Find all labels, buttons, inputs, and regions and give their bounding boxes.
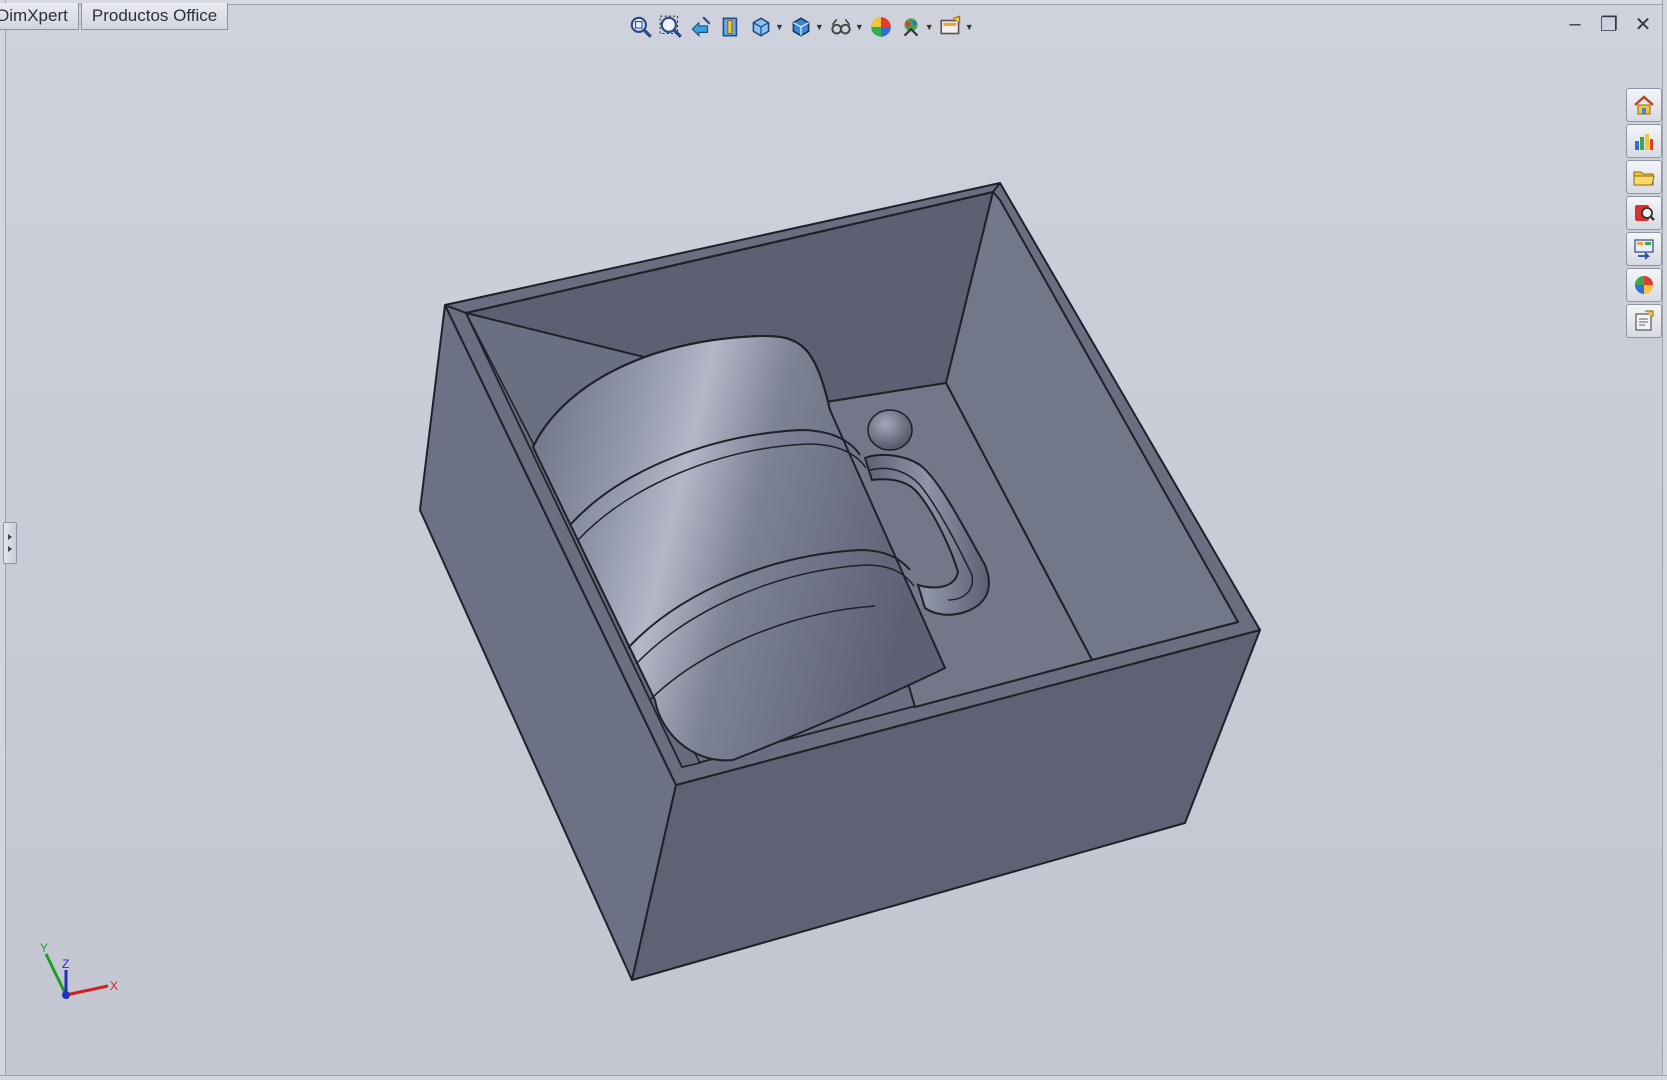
zoom-to-fit-icon bbox=[630, 16, 652, 38]
task-pane-appearances[interactable] bbox=[1626, 268, 1662, 302]
view-orientation-icon bbox=[752, 17, 770, 37]
task-pane-tabs bbox=[1626, 88, 1664, 338]
hide-show-items-icon bbox=[831, 18, 851, 35]
x-axis bbox=[65, 984, 109, 997]
chevron-down-icon: ▼ bbox=[964, 22, 974, 32]
view-settings-icon bbox=[940, 15, 960, 35]
edit-appearance-button[interactable] bbox=[868, 12, 894, 42]
hide-show-items-button[interactable]: ▼ bbox=[828, 12, 864, 42]
design-library-icon bbox=[1635, 134, 1653, 150]
arrow-right-icon bbox=[8, 534, 12, 540]
home-icon bbox=[1634, 95, 1654, 115]
task-pane-design-library[interactable] bbox=[1626, 124, 1662, 158]
view-palette-icon bbox=[1634, 239, 1654, 260]
task-pane-search[interactable] bbox=[1626, 196, 1662, 230]
chevron-down-icon: ▼ bbox=[814, 22, 824, 32]
chevron-down-icon: ▼ bbox=[775, 22, 784, 32]
heads-up-view-toolbar: ▼ ▼ ▼ ▼ ▼ bbox=[628, 10, 974, 44]
previous-view-icon bbox=[691, 16, 711, 37]
task-pane-view-palette[interactable] bbox=[1626, 232, 1662, 266]
triad-origin bbox=[62, 991, 70, 999]
solidworks-graphics-area[interactable]: DimXpert Productos Office ▼ ▼ ▼ ▼ ▼ – ❐ … bbox=[0, 0, 1667, 1080]
close-button[interactable]: ✕ bbox=[1633, 14, 1653, 36]
chevron-down-icon: ▼ bbox=[854, 22, 864, 32]
apply-scene-icon bbox=[903, 18, 919, 37]
command-manager-tabs: DimXpert Productos Office bbox=[0, 3, 230, 31]
view-settings-button[interactable]: ▼ bbox=[938, 12, 974, 42]
display-style-icon bbox=[792, 17, 810, 37]
y-axis-label: Y bbox=[40, 941, 48, 955]
tab-dimxpert[interactable]: DimXpert bbox=[0, 3, 79, 30]
window-controls: – ❐ ✕ bbox=[1565, 13, 1653, 36]
restore-button[interactable]: ❐ bbox=[1599, 14, 1619, 36]
display-style-button[interactable]: ▼ bbox=[788, 12, 824, 42]
chevron-down-icon: ▼ bbox=[924, 22, 934, 32]
section-view-icon bbox=[722, 17, 738, 37]
mold-knob[interactable] bbox=[867, 409, 913, 451]
zoom-to-area-icon bbox=[659, 15, 682, 38]
custom-properties-icon bbox=[1635, 310, 1654, 331]
x-axis-label: X bbox=[110, 979, 118, 993]
reference-triad: Y Z X bbox=[40, 941, 118, 999]
file-explorer-icon bbox=[1633, 171, 1655, 186]
search-icon bbox=[1635, 205, 1655, 221]
model-viewport[interactable] bbox=[0, 0, 1667, 1080]
z-axis-label: Z bbox=[62, 957, 69, 971]
appearances-icon bbox=[1635, 276, 1653, 294]
task-pane-file-explorer[interactable] bbox=[1626, 160, 1662, 194]
arrow-right-icon bbox=[8, 546, 12, 552]
minimize-button[interactable]: – bbox=[1565, 13, 1585, 35]
previous-view-button[interactable] bbox=[688, 12, 714, 42]
edit-appearance-icon bbox=[871, 17, 891, 37]
zoom-to-area-button[interactable] bbox=[658, 12, 684, 42]
section-view-button[interactable] bbox=[718, 12, 744, 42]
task-pane-custom-properties[interactable] bbox=[1626, 304, 1662, 338]
feature-manager-collapse-handle[interactable] bbox=[3, 522, 17, 564]
task-pane-home[interactable] bbox=[1626, 88, 1662, 122]
zoom-to-fit-button[interactable] bbox=[628, 12, 654, 42]
view-orientation-button[interactable]: ▼ bbox=[748, 12, 784, 42]
tab-productos-office[interactable]: Productos Office bbox=[80, 3, 229, 30]
apply-scene-button[interactable]: ▼ bbox=[898, 12, 934, 42]
